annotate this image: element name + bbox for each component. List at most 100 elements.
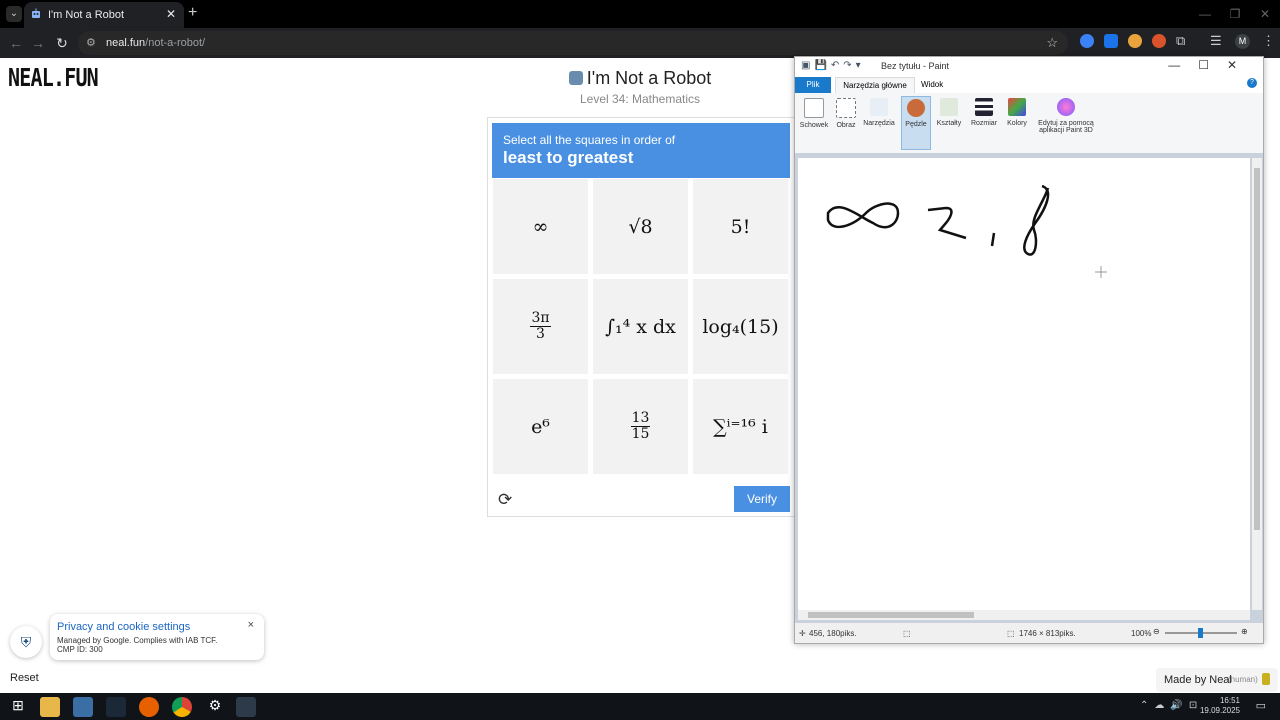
notifications-icon[interactable]: ▭ xyxy=(1256,699,1266,712)
tile-label: ∑ⁱ⁼¹⁶ i xyxy=(713,415,768,438)
tile-label: log₄(15) xyxy=(702,315,779,338)
tab-home[interactable]: Narzędzia główne xyxy=(835,77,915,94)
tab-file[interactable]: Plik xyxy=(795,77,831,93)
paint-ribbon-tabs: Plik Narzędzia główne Widok ? xyxy=(795,77,1263,94)
cookie-settings-popup[interactable]: Privacy and cookie settings Managed by G… xyxy=(50,614,264,660)
tile-e-power-6[interactable]: e⁶ xyxy=(493,379,588,474)
reset-link[interactable]: Reset xyxy=(10,672,39,684)
paint-window-controls[interactable]: —☐✕ xyxy=(1168,58,1255,72)
site-info-icon[interactable]: ⚙ xyxy=(86,36,96,49)
paint-taskbar-icon[interactable] xyxy=(236,697,256,717)
browser-tab-bar: ⌄ I'm Not a Robot ✕ + — ❐ ✕ xyxy=(0,0,1280,28)
clock[interactable]: 16:51 19.09.2025 xyxy=(1200,696,1240,716)
browser-menu-icon[interactable]: ⋮ xyxy=(1262,33,1275,49)
tools-group[interactable]: Narzędzia xyxy=(861,96,897,148)
extension-icon[interactable] xyxy=(1080,34,1094,48)
help-icon[interactable]: ? xyxy=(1247,78,1257,88)
extensions-puzzle-icon[interactable]: ⧉ xyxy=(1176,33,1185,49)
start-windows-icon[interactable]: ⊞ xyxy=(8,697,28,717)
back-icon[interactable]: ← xyxy=(6,33,26,53)
zoom-in-icon[interactable]: ⊕ xyxy=(1241,627,1248,636)
tab-close-icon[interactable]: ✕ xyxy=(166,7,176,21)
clock-time: 16:51 xyxy=(1219,696,1240,705)
robot-favicon-icon xyxy=(32,8,40,18)
tile-log4-15[interactable]: log₄(15) xyxy=(693,279,788,374)
zoom-slider-thumb[interactable] xyxy=(1198,628,1203,638)
tab-view[interactable]: Widok xyxy=(921,80,943,89)
chrome-icon[interactable] xyxy=(172,697,192,717)
cookie-close-icon[interactable]: × xyxy=(248,619,254,631)
cookie-title[interactable]: Privacy and cookie settings xyxy=(57,621,190,633)
scroll-thumb[interactable] xyxy=(1254,168,1260,530)
maximize-icon[interactable]: ❐ xyxy=(1220,0,1250,28)
extension-icon[interactable] xyxy=(1104,34,1118,48)
brushes-group[interactable]: Pędzle xyxy=(901,96,931,150)
stroke-two xyxy=(927,206,967,240)
reload-icon[interactable]: ↻ xyxy=(52,33,72,53)
clipboard-group[interactable]: Schowek xyxy=(797,96,831,148)
quick-access-toolbar[interactable]: ▣💾↶↷▾ xyxy=(801,60,865,71)
tile-13-over-15[interactable]: 13 15 xyxy=(593,379,688,474)
new-tab-button[interactable]: + xyxy=(188,4,197,22)
tile-infinity[interactable]: ∞ xyxy=(493,179,588,274)
cursor-position-icon: ✛ xyxy=(799,629,806,638)
steam-icon[interactable] xyxy=(106,697,126,717)
selection-icon: ⬚ xyxy=(903,629,911,638)
refresh-icon[interactable]: ⟳ xyxy=(498,490,512,510)
shapes-group[interactable]: Kształty xyxy=(933,96,965,148)
cursor-position: 456, 180piks. xyxy=(809,629,857,638)
scroll-thumb[interactable] xyxy=(808,612,974,618)
browser-tab[interactable]: I'm Not a Robot ✕ xyxy=(24,2,184,28)
minimize-icon[interactable]: — xyxy=(1190,0,1220,28)
group-label: aplikacji Paint 3D xyxy=(1039,127,1093,134)
bookmark-star-icon[interactable]: ☆ xyxy=(1046,35,1058,51)
windows-taskbar: ⊞ ⚙ ⌃☁🔊⊡ 16:51 19.09.2025 ▭ xyxy=(0,693,1280,720)
canvas-area xyxy=(795,153,1263,623)
settings-gear-icon[interactable]: ⚙ xyxy=(205,697,225,717)
paint-window: ▣💾↶↷▾ Bez tytułu - Paint —☐✕ Plik Narzęd… xyxy=(794,56,1264,644)
size-group[interactable]: Rozmiar xyxy=(967,96,1001,148)
tile-factorial-5[interactable]: 5! xyxy=(693,179,788,274)
group-label: Narzędzia xyxy=(863,120,895,127)
horizontal-scrollbar[interactable] xyxy=(798,610,1250,620)
browser-toolbar: ← → ↻ ⚙ neal.fun/not-a-robot/ ☆ ⧉ ☰ M ⋮ xyxy=(0,28,1280,58)
verify-button[interactable]: Verify xyxy=(734,486,790,512)
system-tray-icons[interactable]: ⌃☁🔊⊡ xyxy=(1140,700,1203,711)
tile-fraction: 13 15 xyxy=(630,411,651,442)
extension-icon[interactable] xyxy=(1128,34,1142,48)
made-by-badge[interactable]: Made by Neal (human) xyxy=(1156,668,1278,692)
stroke-comma xyxy=(990,232,996,247)
brush-icon xyxy=(907,99,925,117)
vertical-scrollbar[interactable] xyxy=(1252,158,1262,610)
image-group[interactable]: Obraz xyxy=(831,96,861,148)
forward-icon[interactable]: → xyxy=(28,33,48,53)
tab-search-button[interactable]: ⌄ xyxy=(6,6,22,22)
address-domain: neal.fun xyxy=(106,37,146,49)
tile-3pi-over-3[interactable]: 3π 3 xyxy=(493,279,588,374)
paint3d-icon xyxy=(1057,98,1075,116)
colors-icon xyxy=(1008,98,1026,116)
drawing-canvas[interactable] xyxy=(798,158,1250,610)
fraction-denominator: 3 xyxy=(536,326,545,342)
profile-avatar[interactable]: M xyxy=(1235,34,1250,49)
file-explorer-icon[interactable] xyxy=(40,697,60,717)
extension-icon[interactable] xyxy=(1152,34,1166,48)
paint3d-group[interactable]: Edytuj za pomocą aplikacji Paint 3D xyxy=(1033,96,1099,148)
tile-sqrt-8[interactable]: √8 xyxy=(593,179,688,274)
select-icon xyxy=(836,98,856,118)
tile-label: √8 xyxy=(628,215,653,238)
colors-group[interactable]: Kolory xyxy=(1003,96,1031,148)
address-bar[interactable]: ⚙ neal.fun/not-a-robot/ ☆ xyxy=(78,31,1068,55)
close-window-icon[interactable]: ✕ xyxy=(1250,0,1280,28)
tile-integral[interactable]: ∫₁⁴ x dx xyxy=(593,279,688,374)
tile-summation[interactable]: ∑ⁱ⁼¹⁶ i xyxy=(693,379,788,474)
app-icon[interactable] xyxy=(73,697,93,717)
privacy-shield-icon[interactable]: ⛨ xyxy=(10,626,42,658)
game-title-text: I'm Not a Robot xyxy=(586,68,712,88)
firefox-icon[interactable] xyxy=(139,697,159,717)
paint-status-bar: ✛ 456, 180piks. ⬚ ⬚ 1746 × 813piks. 100%… xyxy=(795,623,1263,643)
site-logo[interactable]: NEAL.FUN xyxy=(8,63,99,92)
zoom-out-icon[interactable]: ⊖ xyxy=(1153,627,1160,636)
prompt-line2: least to greatest xyxy=(503,148,634,167)
reading-list-icon[interactable]: ☰ xyxy=(1210,33,1222,49)
